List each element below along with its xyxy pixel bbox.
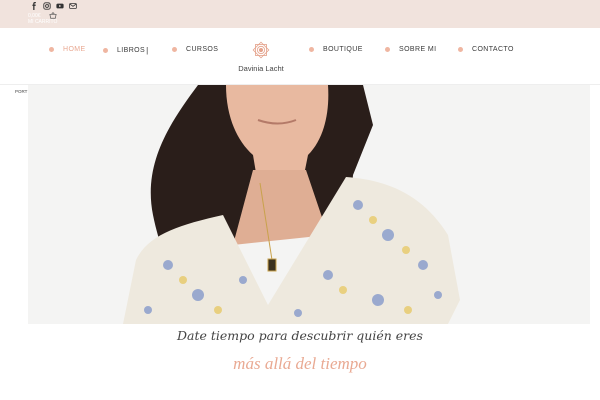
instagram-icon[interactable] [42,1,51,10]
nav-home-label: HOME [63,46,86,53]
cursor-icon: | [146,46,149,55]
hero-subline: más allá del tiempo [233,354,367,373]
nav-cursos-label: CURSOS [186,46,219,53]
hero-tagline: Date tiempo para descubrir quién eres [177,328,423,343]
nav-bullet-icon [458,47,463,52]
nav-sobre-mi-label: SOBRE MI [399,46,437,53]
nav-boutique-label: BOUTIQUE [323,46,363,53]
brand-name: Davinia Lacht [238,64,284,73]
site-logo[interactable]: Davinia Lacht [236,39,286,73]
nav-libros[interactable]: LIBROS | [103,46,149,55]
nav-contacto[interactable]: CONTACTO [458,46,514,53]
mail-icon[interactable] [68,1,77,10]
nav-bullet-icon [49,47,54,52]
top-bar: 0,00€ MI CARRITO [0,0,600,28]
youtube-icon[interactable] [55,1,64,10]
nav-bullet-icon [385,47,390,52]
nav-cursos[interactable]: CURSOS [172,46,218,53]
cart-label: MI CARRITO [28,19,58,25]
site-header: HOME LIBROS | CURSOS Davinia Lacht BOUTI… [0,28,600,85]
nav-home[interactable]: HOME [49,46,86,53]
nav-bullet-icon [172,47,177,52]
nav-libros-label: LIBROS [117,47,146,54]
nav-sobre-mi[interactable]: SOBRE MI [385,46,436,53]
basket-icon [49,12,57,19]
hero-image [28,85,590,324]
nav-bullet-icon [309,47,314,52]
side-tab[interactable]: PORT [15,89,27,94]
nav-contacto-label: CONTACTO [472,46,514,53]
nav-boutique[interactable]: BOUTIQUE [309,46,363,53]
social-links [29,1,77,10]
facebook-icon[interactable] [29,1,38,10]
cart-link[interactable]: 0,00€ MI CARRITO [28,12,58,25]
nav-bullet-icon [103,48,108,53]
mandala-logo-icon [252,41,270,59]
